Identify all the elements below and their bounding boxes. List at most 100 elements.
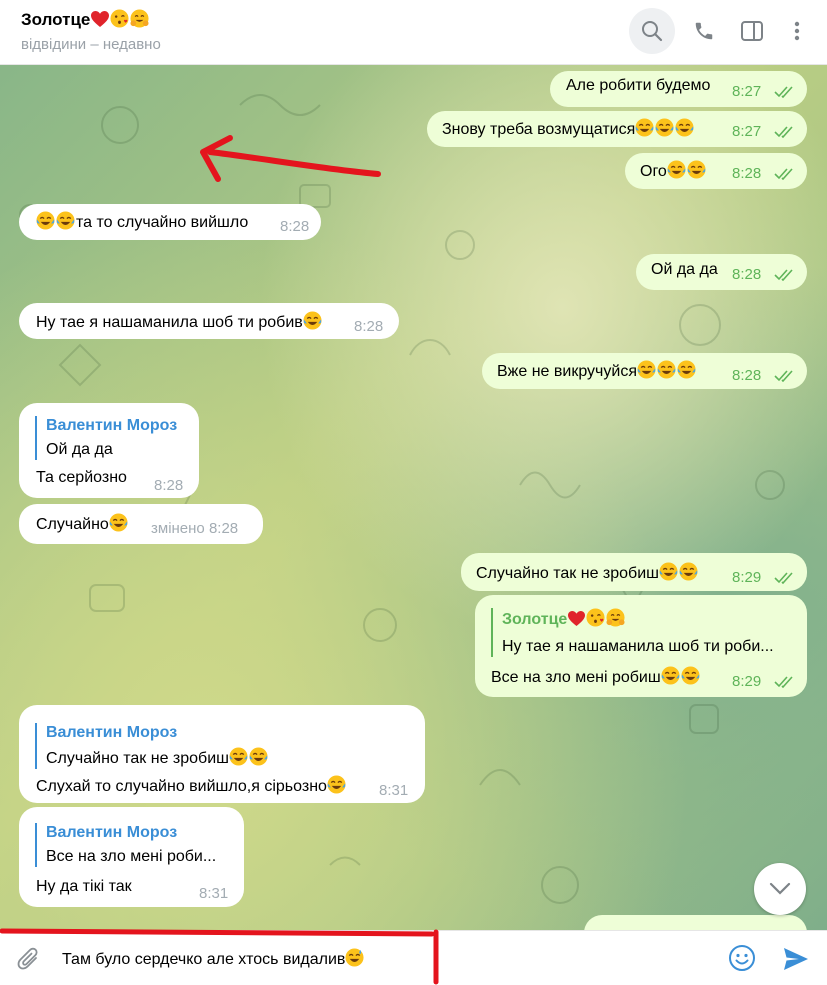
tears-of-joy-emoji bbox=[681, 666, 700, 685]
read-checkmarks-icon bbox=[774, 676, 793, 688]
message-input-text: Там було сердечко але хтось видалив bbox=[62, 951, 346, 968]
tears-of-joy-emoji bbox=[56, 211, 75, 230]
message-input[interactable]: Там було сердечко але хтось видалив bbox=[62, 948, 365, 969]
reply-quote[interactable]: Валентин Мороз Случайно так не зробиш bbox=[35, 723, 409, 769]
grinning-sweat-emoji bbox=[345, 948, 364, 967]
reply-quote[interactable]: Валентин Мороз Ой да да bbox=[35, 416, 185, 460]
sidebar-toggle-icon bbox=[741, 21, 763, 41]
message-time: 8:31 bbox=[199, 885, 229, 902]
toggle-sidebar-button[interactable] bbox=[729, 8, 775, 54]
chevron-down-icon bbox=[769, 882, 791, 895]
message-incoming[interactable]: Валентин Мороз Ой да да Та серйозно 8:28 bbox=[19, 403, 199, 498]
tears-of-joy-emoji bbox=[677, 360, 696, 379]
edited-label: змінено bbox=[151, 520, 205, 537]
message-text: Ну да тікі так bbox=[36, 878, 132, 895]
read-checkmarks-icon bbox=[774, 86, 793, 98]
message-incoming[interactable]: Случайно змінено 8:28 bbox=[19, 504, 263, 544]
reply-quote[interactable]: Валентин Мороз Все на зло мені роби... bbox=[35, 823, 229, 867]
read-checkmarks-icon bbox=[774, 370, 793, 382]
red-heart-emoji bbox=[90, 10, 110, 33]
message-text: Слухай то случайно вийшло,я сірьозно bbox=[36, 778, 327, 795]
message-incoming[interactable]: Ну тае я нашаманила шоб ти робив 8:28 bbox=[19, 303, 399, 339]
tears-of-joy-emoji bbox=[327, 775, 346, 794]
message-outgoing[interactable]: Ого 8:28 bbox=[625, 153, 807, 189]
last-seen-status: відвідини – недавно bbox=[21, 36, 161, 53]
tears-of-joy-emoji bbox=[635, 118, 654, 137]
message-outgoing[interactable]: Ой да да 8:28 bbox=[636, 254, 807, 290]
more-vertical-icon bbox=[794, 21, 800, 41]
message-text: Ой да да bbox=[651, 261, 718, 278]
message-time: 8:29 bbox=[732, 569, 762, 586]
read-checkmarks-icon bbox=[774, 126, 793, 138]
message-incoming[interactable]: та то случайно вийшло 8:28 bbox=[19, 204, 321, 240]
message-outgoing[interactable]: Знову треба возмущатися 8:27 bbox=[427, 111, 807, 147]
message-text: та то случайно вийшло bbox=[76, 214, 249, 231]
send-button[interactable] bbox=[780, 943, 812, 975]
message-outgoing-partial[interactable] bbox=[584, 915, 807, 930]
scroll-to-bottom-button[interactable] bbox=[754, 863, 806, 915]
message-incoming[interactable]: Валентин Мороз Случайно так не зробиш Сл… bbox=[19, 705, 425, 803]
reply-author: Валентин Мороз bbox=[46, 724, 178, 741]
reply-quote[interactable]: Золотце Ну тае я нашаманила шоб ти роби.… bbox=[491, 608, 791, 657]
search-button[interactable] bbox=[629, 8, 675, 54]
tears-of-joy-emoji bbox=[303, 311, 322, 330]
send-icon bbox=[784, 948, 808, 970]
emoji-picker-button[interactable] bbox=[727, 943, 757, 973]
hugging-face-emoji bbox=[130, 9, 149, 28]
chat-header: Золотце відвідини – недавно bbox=[0, 0, 827, 65]
message-incoming[interactable]: Валентин Мороз Все на зло мені роби... Н… bbox=[19, 807, 244, 907]
message-outgoing[interactable]: Але робити будемо 8:27 bbox=[550, 71, 807, 107]
read-checkmarks-icon bbox=[774, 168, 793, 180]
message-text: Знову треба возмущатися bbox=[442, 121, 636, 138]
face-blowing-kiss-emoji bbox=[110, 9, 129, 28]
chat-title-text: Золотце bbox=[21, 10, 91, 29]
message-text: Случайно bbox=[36, 516, 109, 533]
reply-text: Случайно так не зробиш bbox=[46, 750, 229, 767]
message-text: Все на зло мені робиш bbox=[491, 669, 661, 686]
attach-icon bbox=[17, 947, 38, 970]
tears-of-joy-emoji bbox=[667, 160, 686, 179]
tears-of-joy-emoji bbox=[36, 211, 55, 230]
message-time: 8:28 bbox=[732, 266, 762, 283]
chat-title[interactable]: Золотце bbox=[21, 9, 150, 33]
message-time: 8:28 bbox=[208, 520, 239, 537]
reply-author: Золотце bbox=[502, 611, 568, 628]
message-time: 8:28 bbox=[154, 477, 184, 494]
call-button[interactable] bbox=[681, 8, 727, 54]
emoji-icon bbox=[729, 945, 755, 971]
message-outgoing[interactable]: Золотце Ну тае я нашаманила шоб ти роби.… bbox=[475, 595, 807, 697]
attach-button[interactable] bbox=[15, 945, 43, 973]
message-text: Ого bbox=[640, 163, 667, 180]
message-text: Та серйозно bbox=[36, 469, 127, 486]
message-text: Случайно так не зробиш bbox=[476, 565, 659, 582]
message-text: Ну тае я нашаманила шоб ти робив bbox=[36, 314, 303, 331]
message-time: 8:27 bbox=[732, 83, 762, 100]
message-composer: Там було сердечко але хтось видалив bbox=[0, 930, 827, 985]
tears-of-joy-emoji bbox=[675, 118, 694, 137]
message-time: 8:28 bbox=[732, 165, 762, 182]
reply-author: Валентин Мороз bbox=[46, 824, 178, 841]
message-time: 8:28 bbox=[732, 367, 762, 384]
message-text: Вже не викручуйся bbox=[497, 363, 637, 380]
reply-text: Ой да да bbox=[46, 441, 113, 458]
tears-of-joy-emoji bbox=[229, 747, 248, 766]
message-list[interactable]: Але робити будемо 8:27 Знову треба возму… bbox=[0, 65, 827, 930]
search-icon bbox=[642, 21, 663, 42]
message-outgoing[interactable]: Случайно так не зробиш 8:29 bbox=[461, 553, 807, 591]
message-text: Але робити будемо bbox=[566, 77, 711, 94]
tears-of-joy-emoji bbox=[679, 562, 698, 581]
message-time: 8:28 bbox=[354, 318, 384, 335]
face-blowing-kiss-emoji bbox=[586, 608, 605, 627]
message-time: 8:28 bbox=[280, 218, 310, 235]
reply-text: Все на зло мені роби... bbox=[46, 848, 217, 865]
reply-text: Ну тае я нашаманила шоб ти роби... bbox=[502, 638, 774, 655]
red-heart-emoji bbox=[567, 610, 586, 633]
tears-of-joy-emoji bbox=[661, 666, 680, 685]
message-outgoing[interactable]: Вже не викручуйся 8:28 bbox=[482, 353, 807, 389]
hugging-face-emoji bbox=[606, 608, 625, 627]
phone-icon bbox=[695, 22, 713, 40]
tears-of-joy-emoji bbox=[249, 747, 268, 766]
message-time: 8:29 bbox=[732, 673, 762, 690]
more-options-button[interactable] bbox=[774, 8, 820, 54]
tears-of-joy-emoji bbox=[687, 160, 706, 179]
